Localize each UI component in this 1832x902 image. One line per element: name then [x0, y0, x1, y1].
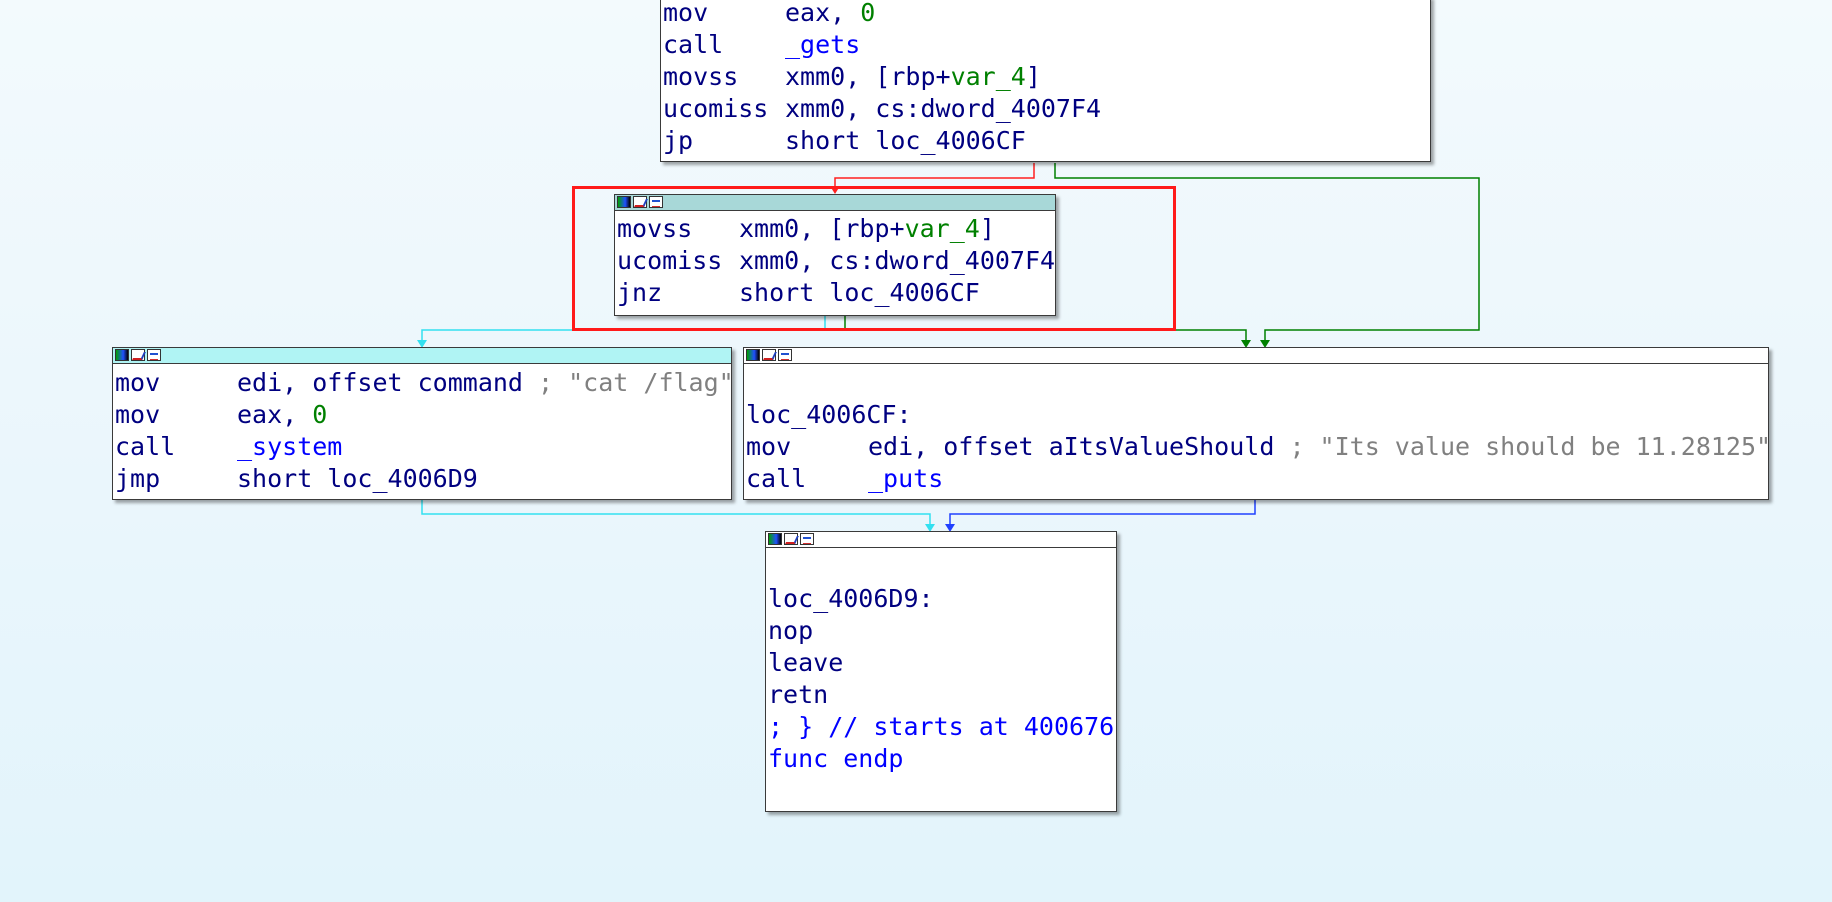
code-line[interactable] — [768, 551, 1116, 583]
operand: var_4 — [904, 214, 980, 243]
code-text: loc_4006D9: — [768, 584, 934, 613]
mnemonic: jmp — [115, 464, 161, 493]
code-text: retn — [768, 680, 829, 709]
operand: short loc_4006CF — [739, 278, 980, 307]
color-icon[interactable] — [617, 196, 631, 208]
mnemonic: jnz — [617, 278, 663, 307]
graph-node-right[interactable]: loc_4006CF:mov edi, offset aItsValueShoul… — [743, 347, 1772, 500]
operand: xmm0, cs:dword_4007F4 — [739, 246, 1056, 275]
edge-left-to-bottom — [421, 500, 931, 526]
code-line[interactable]: jnz short loc_4006CF — [617, 277, 1055, 309]
operand: _puts — [868, 464, 944, 493]
code-line[interactable]: jmp short loc_4006D9 — [115, 463, 731, 495]
code-line[interactable]: mov edi, offset aItsValueShould ; "Its va… — [746, 431, 1772, 463]
mnemonic: movss — [617, 214, 693, 243]
edge-right-to-bottom — [949, 500, 1256, 526]
mnemonic: call — [663, 30, 724, 59]
code-text: ; } // starts at 400676 — [768, 712, 1115, 741]
operand: ; "cat /flag" — [538, 368, 734, 397]
rename-icon[interactable] — [633, 196, 647, 208]
color-icon[interactable] — [115, 349, 129, 361]
mnemonic: mov — [115, 400, 161, 429]
code-line[interactable]: mov eax, 0 — [663, 0, 1430, 29]
mnemonic: movss — [663, 62, 739, 91]
code-line[interactable]: call _system — [115, 431, 731, 463]
code-text: func endp — [768, 744, 904, 773]
code-line[interactable]: loc_4006CF: — [746, 399, 1768, 431]
rename-icon[interactable] — [762, 349, 776, 361]
operand: ] — [979, 214, 995, 243]
code-line[interactable] — [768, 775, 1116, 807]
code-text: nop — [768, 616, 814, 645]
graph-node-selected[interactable]: movss xmm0, [rbp+var_4] ucomiss xmm0, cs:dw… — [614, 194, 1056, 316]
code-line[interactable]: nop — [768, 615, 1116, 647]
code-line[interactable]: ucomiss xmm0, cs:dword_4007F4 — [663, 93, 1430, 125]
mnemonic: call — [746, 464, 807, 493]
code-line[interactable]: movss xmm0, [rbp+var_4] — [663, 61, 1430, 93]
operand: _gets — [785, 30, 861, 59]
mnemonic: jp — [663, 126, 694, 155]
mnemonic: mov — [115, 368, 161, 397]
operand: short loc_4006D9 — [237, 464, 478, 493]
code-line[interactable]: retn — [768, 679, 1116, 711]
graph-icon[interactable] — [649, 196, 663, 208]
code-text: loc_4006CF: — [746, 400, 912, 429]
graph-node-left[interactable]: mov edi, offset command ; "cat /flag" mov e… — [112, 347, 734, 500]
code-text: leave — [768, 648, 844, 677]
operand: eax, — [237, 400, 313, 429]
node-header — [766, 532, 1116, 548]
mnemonic: mov — [663, 0, 709, 27]
code-line[interactable]: call _puts — [746, 463, 1768, 495]
mnemonic: mov — [746, 432, 792, 461]
operand: 0 — [312, 400, 328, 429]
graph-icon[interactable] — [778, 349, 792, 361]
operand: var_4 — [950, 62, 1026, 91]
code-line[interactable]: jp short loc_4006CF — [663, 125, 1430, 157]
code-line[interactable] — [746, 367, 1768, 399]
graph-node-bottom[interactable]: loc_4006D9:nop leave retn ; } // starts at … — [765, 531, 1117, 812]
rename-icon[interactable] — [131, 349, 145, 361]
operand: eax, — [785, 0, 861, 27]
code-line[interactable]: ; } // starts at 400676 — [768, 711, 1116, 743]
color-icon[interactable] — [746, 349, 760, 361]
edge-top-to-mid — [834, 163, 1035, 188]
operand: edi, offset command — [237, 368, 539, 397]
mnemonic: ucomiss — [663, 94, 769, 123]
graph-icon[interactable] — [800, 533, 814, 545]
operand: xmm0, cs:dword_4007F4 — [785, 94, 1102, 123]
code-line[interactable]: loc_4006D9: — [768, 583, 1116, 615]
code-line[interactable]: func endp — [768, 743, 1116, 775]
mnemonic: ucomiss — [617, 246, 723, 275]
code-line[interactable]: movss xmm0, [rbp+var_4] — [617, 213, 1055, 245]
mnemonic: call — [115, 432, 176, 461]
node-header — [615, 195, 1055, 211]
node-header — [113, 348, 731, 364]
code-line[interactable]: call _gets — [663, 29, 1430, 61]
operand: ] — [1025, 62, 1041, 91]
code-line[interactable]: mov eax, 0 — [115, 399, 731, 431]
graph-icon[interactable] — [147, 349, 161, 361]
code-line[interactable]: mov edi, offset command ; "cat /flag" — [115, 367, 734, 399]
code-line[interactable]: leave — [768, 647, 1116, 679]
operand: short loc_4006CF — [785, 126, 1026, 155]
operand: xmm0, [rbp+ — [785, 62, 951, 91]
operand: ; "Its value should be 11.28125" — [1289, 432, 1772, 461]
code-line[interactable]: ucomiss xmm0, cs:dword_4007F4 — [617, 245, 1055, 277]
operand: edi, offset aItsValueShould — [868, 432, 1290, 461]
operand: _system — [237, 432, 343, 461]
operand: 0 — [860, 0, 876, 27]
graph-node-top[interactable]: mov eax, 0 call _getsmovss xmm0, [rbp+var_4]… — [660, 0, 1431, 162]
operand: xmm0, [rbp+ — [739, 214, 905, 243]
color-icon[interactable] — [768, 533, 782, 545]
node-header — [744, 348, 1768, 364]
rename-icon[interactable] — [784, 533, 798, 545]
